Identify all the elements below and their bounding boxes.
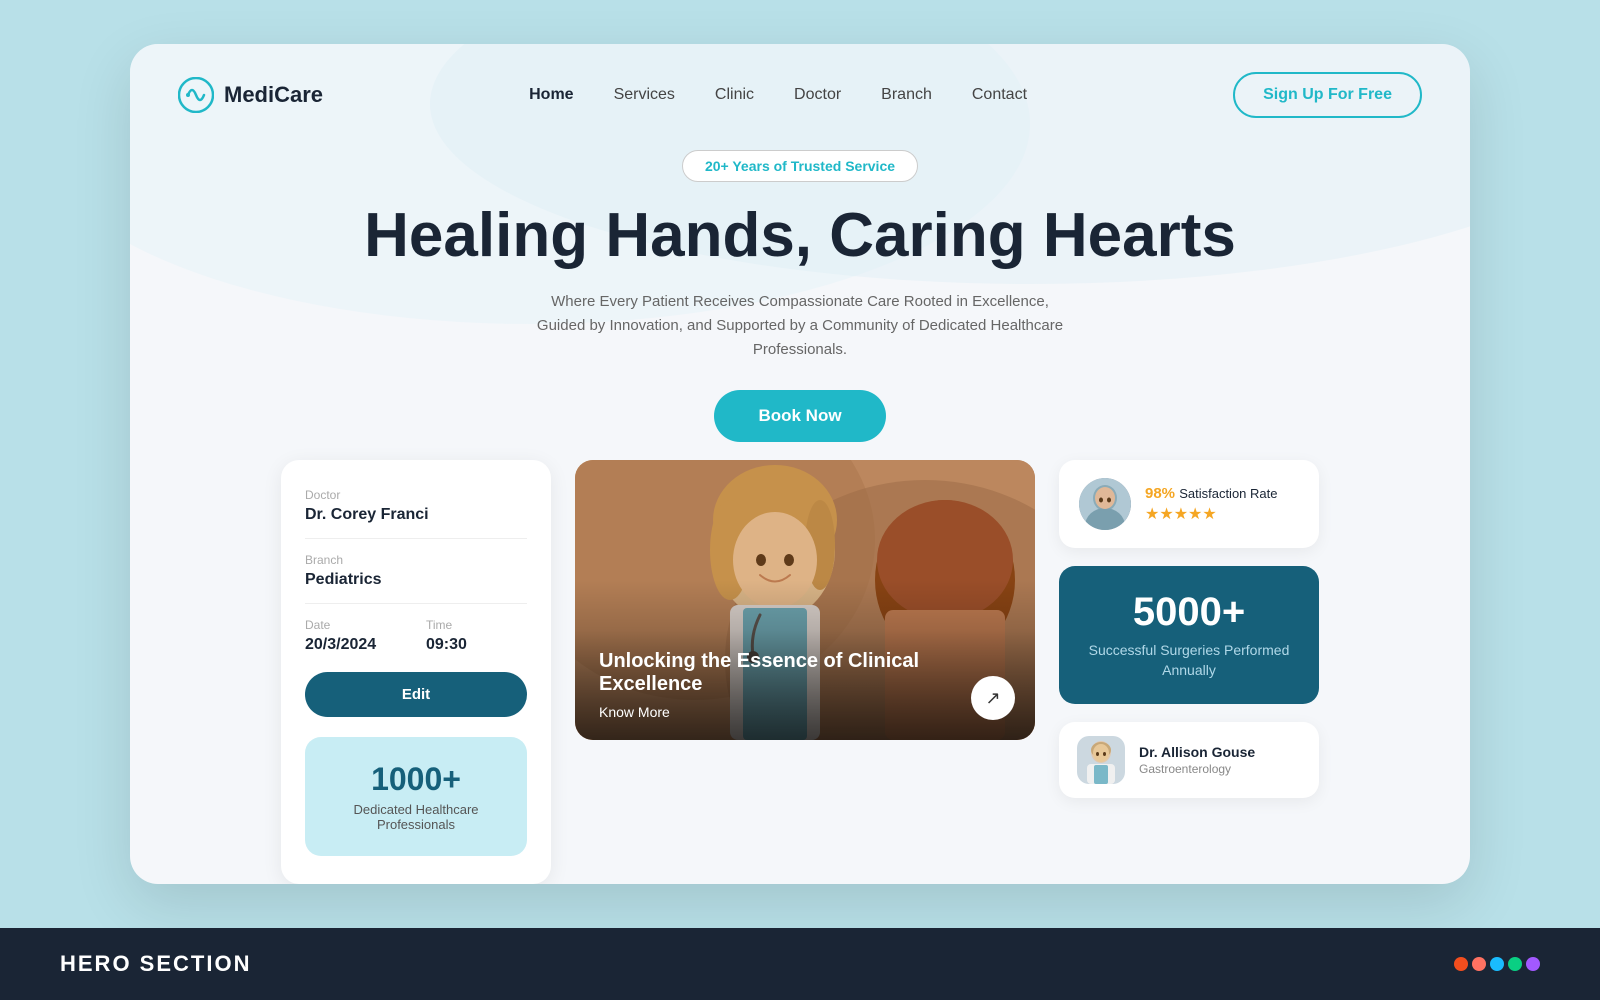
figma-dot-blue: [1490, 957, 1504, 971]
doctor-info: Dr. Allison Gouse Gastroenterology: [1139, 744, 1255, 776]
nav-link-doctor: Doctor: [794, 86, 841, 103]
brand-name: MediCare: [224, 82, 323, 108]
bottom-bar-title: HERO SECTION: [60, 951, 251, 977]
nav-item-contact[interactable]: Contact: [972, 86, 1027, 104]
signup-button[interactable]: Sign Up For Free: [1233, 72, 1422, 118]
surgeries-label: Successful Surgeries Performed Annually: [1079, 641, 1299, 680]
hero-lower: Doctor Dr. Corey Franci Branch Pediatric…: [130, 470, 1470, 884]
branch-label: Branch: [305, 553, 527, 567]
doctor-avatar: [1077, 736, 1125, 784]
doctor-specialty: Gastroenterology: [1139, 762, 1255, 776]
logo: MediCare: [178, 77, 323, 113]
arrow-button[interactable]: ↗: [971, 676, 1015, 720]
edit-button[interactable]: Edit: [305, 672, 527, 717]
surgeries-number: 5000+: [1079, 590, 1299, 635]
hero-title: Healing Hands, Caring Hearts: [130, 202, 1470, 270]
satisfaction-label: Satisfaction Rate: [1179, 486, 1277, 501]
nav-item-services[interactable]: Services: [614, 86, 675, 104]
right-stats: 98% Satisfaction Rate ★★★★★ 5000+ Succes…: [1059, 460, 1319, 798]
left-stats-card: 1000+ Dedicated Healthcare Professionals: [305, 737, 527, 856]
nav-link-contact: Contact: [972, 86, 1027, 103]
arrow-icon: ↗: [985, 688, 1000, 709]
doctor-name: Dr. Allison Gouse: [1139, 744, 1255, 760]
hero-subtitle: Where Every Patient Receives Compassiona…: [530, 290, 1070, 362]
surgeries-card: 5000+ Successful Surgeries Performed Ann…: [1059, 566, 1319, 704]
main-card: MediCare Home Services Clinic Doctor Bra…: [130, 44, 1470, 884]
image-overlay: Unlocking the Essence of Clinical Excell…: [575, 630, 1035, 740]
navbar: MediCare Home Services Clinic Doctor Bra…: [130, 44, 1470, 118]
figma-dot-purple: [1526, 957, 1540, 971]
time-value: 09:30: [426, 636, 527, 654]
hero-content: 20+ Years of Trusted Service Healing Han…: [130, 118, 1470, 470]
figma-dot-red: [1454, 957, 1468, 971]
nav-item-home[interactable]: Home: [529, 86, 573, 104]
book-now-button[interactable]: Book Now: [714, 390, 885, 442]
hero-image: Unlocking the Essence of Clinical Excell…: [575, 460, 1035, 740]
time-col: Time 09:30: [426, 618, 527, 654]
figma-icon: [1454, 957, 1540, 971]
nav-links: Home Services Clinic Doctor Branch Conta…: [529, 86, 1027, 104]
satisfaction-card: 98% Satisfaction Rate ★★★★★: [1059, 460, 1319, 548]
know-more-text: Know More: [599, 704, 1011, 720]
nav-link-home: Home: [529, 86, 573, 103]
figma-dot-green: [1508, 957, 1522, 971]
left-stats-label: Dedicated Healthcare Professionals: [325, 802, 507, 832]
doctor-name: Dr. Corey Franci: [305, 506, 527, 539]
date-col: Date 20/3/2024: [305, 618, 406, 654]
time-label: Time: [426, 618, 527, 632]
avatar: [1079, 478, 1131, 530]
nav-link-services: Services: [614, 86, 675, 103]
left-stats-number: 1000+: [325, 761, 507, 798]
image-card-text: Unlocking the Essence of Clinical Excell…: [599, 650, 1011, 696]
nav-item-clinic[interactable]: Clinic: [715, 86, 754, 104]
nav-link-clinic: Clinic: [715, 86, 754, 103]
doctor-label: Doctor: [305, 488, 527, 502]
branch-name: Pediatrics: [305, 571, 527, 604]
trusted-badge: 20+ Years of Trusted Service: [682, 150, 918, 182]
date-time-row: Date 20/3/2024 Time 09:30: [305, 618, 527, 654]
doctor-card: Dr. Allison Gouse Gastroenterology: [1059, 722, 1319, 798]
appointment-card: Doctor Dr. Corey Franci Branch Pediatric…: [281, 460, 551, 884]
satisfaction-stars: ★★★★★: [1145, 504, 1277, 524]
date-value: 20/3/2024: [305, 636, 406, 654]
nav-item-doctor[interactable]: Doctor: [794, 86, 841, 104]
bottom-bar: HERO SECTION: [0, 928, 1600, 1000]
satisfaction-percent-value: 98%: [1145, 485, 1175, 502]
logo-icon: [178, 77, 214, 113]
nav-item-branch[interactable]: Branch: [881, 86, 932, 104]
nav-link-branch: Branch: [881, 86, 932, 103]
date-label: Date: [305, 618, 406, 632]
satisfaction-percent: 98% Satisfaction Rate: [1145, 485, 1277, 502]
image-card: Unlocking the Essence of Clinical Excell…: [575, 460, 1035, 740]
figma-dot-orange: [1472, 957, 1486, 971]
satisfaction-info: 98% Satisfaction Rate ★★★★★: [1145, 485, 1277, 524]
